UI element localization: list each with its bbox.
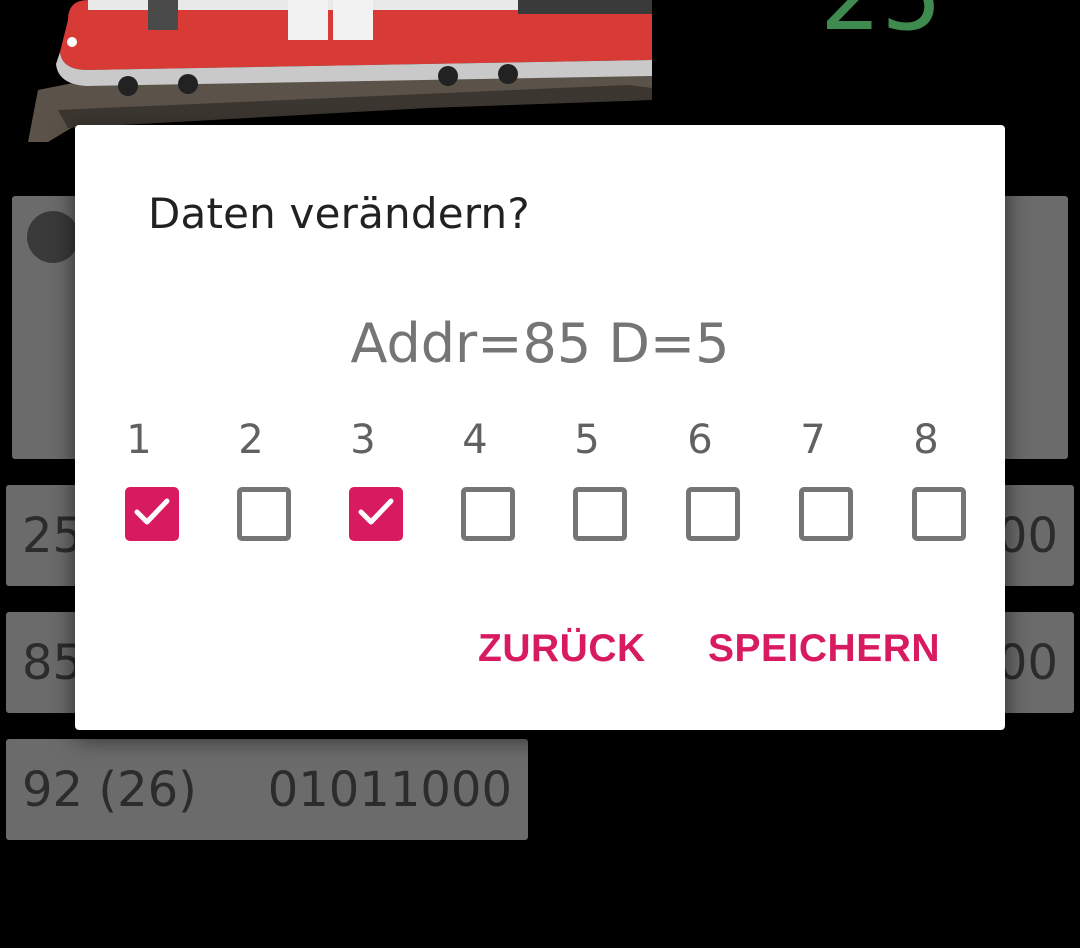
- bit-column-8: 8: [912, 415, 968, 555]
- bit-label: 7: [800, 417, 826, 463]
- loco-number: 25: [820, 0, 942, 44]
- bit-column-7: 7: [799, 415, 855, 555]
- dialog-message: Addr=85 D=5: [350, 312, 730, 375]
- dialog-actions: ZURÜCK SPEICHERN: [75, 625, 1005, 673]
- back-button[interactable]: ZURÜCK: [478, 625, 646, 673]
- bit-label: 6: [687, 417, 713, 463]
- bit-checkbox-1[interactable]: [125, 487, 179, 541]
- bit-checkbox-3[interactable]: [349, 487, 403, 541]
- row-bits: 00: [996, 634, 1058, 691]
- row-bits: 01011000: [267, 761, 512, 818]
- screen: 25 25 00 85 00 92 (26) 01011000 Daten ve…: [0, 0, 1080, 948]
- check-icon: [134, 498, 170, 525]
- data-row[interactable]: 92 (26) 01011000: [6, 739, 528, 840]
- bit-label: 1: [126, 417, 152, 463]
- bit-checkbox-2[interactable]: [237, 487, 291, 541]
- bit-checkbox-grid: 1 2 3 4 5 6 7 8: [125, 415, 975, 555]
- bit-checkbox-5[interactable]: [573, 487, 627, 541]
- row-address: 85: [22, 634, 84, 691]
- bit-label: 3: [350, 417, 376, 463]
- bit-checkbox-6[interactable]: [686, 487, 740, 541]
- dialog-title: Daten verändern?: [148, 189, 530, 238]
- bit-column-2: 2: [237, 415, 293, 555]
- bit-column-1: 1: [125, 415, 181, 555]
- save-button[interactable]: SPEICHERN: [708, 625, 940, 673]
- bit-checkbox-4[interactable]: [461, 487, 515, 541]
- bit-column-5: 5: [573, 415, 629, 555]
- row-bits: 00: [996, 507, 1058, 564]
- edit-data-dialog: Daten verändern? Addr=85 D=5 1 2 3 4 5 6…: [75, 125, 1005, 730]
- locomotive-image: [28, 0, 652, 142]
- bit-checkbox-7[interactable]: [799, 487, 853, 541]
- bit-column-3: 3: [349, 415, 405, 555]
- bit-label: 4: [462, 417, 488, 463]
- bit-label: 8: [913, 417, 939, 463]
- bit-label: 2: [238, 417, 264, 463]
- check-icon: [358, 498, 394, 525]
- row-address: 92 (26): [22, 761, 197, 818]
- bit-column-6: 6: [686, 415, 742, 555]
- bit-label: 5: [574, 417, 600, 463]
- bit-checkbox-8[interactable]: [912, 487, 966, 541]
- bit-column-4: 4: [461, 415, 517, 555]
- status-indicator: [27, 211, 79, 263]
- row-address: 25: [22, 507, 84, 564]
